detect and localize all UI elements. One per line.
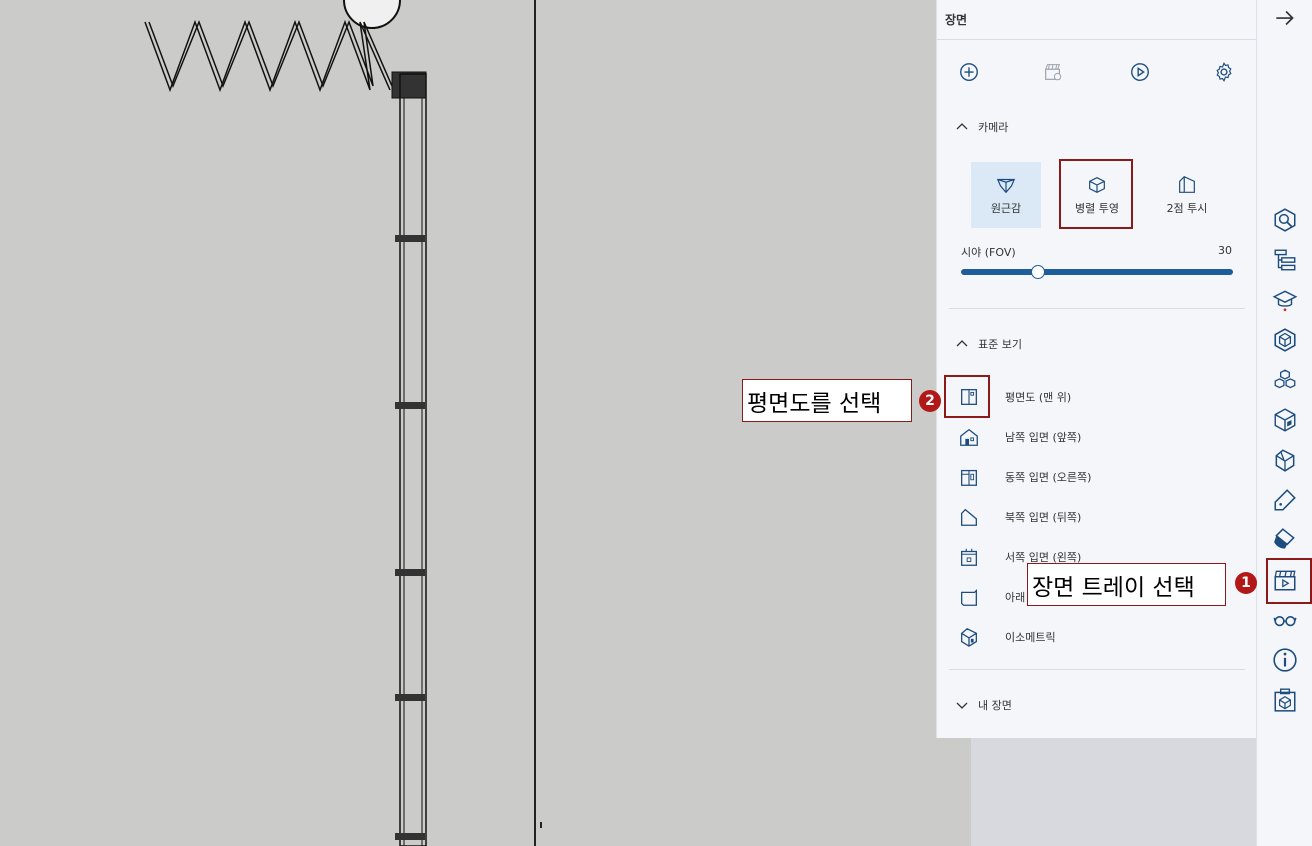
view-item-right[interactable]: 동쪽 입면 (오른쪽) <box>957 462 1217 492</box>
components-icon <box>1274 328 1296 352</box>
materials-icon <box>1274 369 1296 389</box>
my-scenes-section-header[interactable]: 내 장면 <box>955 697 1012 713</box>
view-item-front[interactable]: 남쪽 입면 (앞쪽) <box>957 422 1217 452</box>
standard-views-section-label: 표준 보기 <box>978 338 1022 351</box>
panel-title-divider <box>937 39 1256 40</box>
back-view-icon <box>957 505 981 529</box>
chevron-up-icon <box>956 340 968 347</box>
fov-slider-thumb[interactable] <box>1030 265 1045 279</box>
section-divider <box>949 308 1245 309</box>
fov-slider-track[interactable] <box>961 269 1233 275</box>
instructor-button[interactable] <box>1269 284 1301 316</box>
section-divider <box>949 669 1245 670</box>
view-item-label: 북쪽 입면 (뒤쪽) <box>1005 511 1082 524</box>
two-point-perspective-icon <box>1179 176 1195 193</box>
view-item-label: 평면도 (맨 위) <box>1005 391 1072 404</box>
tags-icon <box>1275 449 1295 472</box>
view-item-label: 동쪽 입면 (오른쪽) <box>1005 471 1092 484</box>
bottom-view-icon <box>957 585 981 609</box>
viewport-drawing <box>144 0 542 846</box>
shadows-button[interactable] <box>1269 524 1301 556</box>
camera-perspective-button[interactable]: 원근감 <box>971 162 1041 228</box>
display-icon <box>1273 615 1297 627</box>
fov-slider[interactable] <box>961 265 1233 279</box>
highlight-parallel-projection <box>1059 159 1133 229</box>
perspective-icon <box>996 178 1016 194</box>
highlight-scenes-tray <box>1266 558 1312 604</box>
camera-button-label: 2점 투시 <box>1166 202 1208 215</box>
small-mark <box>540 822 542 828</box>
pole-clamp <box>395 235 425 242</box>
view-item-back[interactable]: 북쪽 입면 (뒤쪽) <box>957 502 1217 532</box>
step-badge-2: 2 <box>919 390 941 412</box>
add-scene-icon <box>960 63 978 81</box>
fov-label: 시야 (FOV) <box>961 246 1016 259</box>
add-scene-button[interactable] <box>955 58 983 86</box>
entity-info-icon <box>1274 208 1296 232</box>
camera-section-header[interactable]: 카메라 <box>955 119 1008 135</box>
pole-clamp <box>395 694 425 701</box>
callout-select-top-view: 평면도를 선택 <box>742 379 912 422</box>
viewport-background-corner <box>971 738 1256 846</box>
components-button[interactable] <box>1269 324 1301 356</box>
model-info-icon <box>1274 688 1296 712</box>
play-scenes-button[interactable] <box>1126 58 1154 86</box>
tags-button[interactable] <box>1269 444 1301 476</box>
soften-edges-button[interactable] <box>1269 484 1301 516</box>
highlight-top-view <box>944 375 990 418</box>
view-item-isometric[interactable]: 이소메트릭 <box>957 622 1217 652</box>
styles-icon <box>1274 408 1296 432</box>
pole-cap <box>391 71 427 99</box>
gear-icon <box>1216 62 1232 82</box>
scene-settings-button[interactable] <box>1210 58 1238 86</box>
pole-clamp <box>395 833 425 840</box>
camera-section-label: 카메라 <box>978 121 1009 134</box>
front-view-icon <box>957 425 981 449</box>
my-scenes-section-label: 내 장면 <box>978 699 1012 712</box>
materials-button[interactable] <box>1269 364 1301 396</box>
scene-clapper-icon <box>1045 64 1062 81</box>
spring-inner <box>148 19 393 89</box>
collapse-tray-button[interactable] <box>1269 2 1301 34</box>
shadows-icon <box>1274 528 1295 549</box>
pole-clamp <box>395 569 425 576</box>
play-icon <box>1131 63 1149 81</box>
update-scene-button[interactable] <box>1039 58 1067 86</box>
display-button[interactable] <box>1269 604 1301 636</box>
camera-two-point-button[interactable]: 2점 투시 <box>1152 162 1222 228</box>
callout-select-scenes-tray: 장면 트레이 선택 <box>1027 563 1226 606</box>
scenes-panel: 장면 카메라 원근감 병렬 투영 2점 투시 시야 (FOV) 30 표준 보기 <box>936 0 1256 738</box>
arrow-right-icon <box>1276 10 1294 26</box>
panel-title: 장면 <box>945 13 968 27</box>
entity-info-button[interactable] <box>1269 204 1301 236</box>
pole-clamp <box>395 402 425 409</box>
isometric-view-icon <box>957 625 981 649</box>
soften-edges-icon <box>1274 489 1296 511</box>
circle-shape <box>343 0 401 29</box>
styles-button[interactable] <box>1269 404 1301 436</box>
left-view-icon <box>957 545 981 569</box>
info-icon <box>1273 648 1297 672</box>
step-badge-1: 1 <box>1235 572 1257 594</box>
model-info-button[interactable] <box>1269 684 1301 716</box>
pole-inner <box>403 97 423 846</box>
view-item-label: 아래 <box>1005 591 1026 604</box>
tray-icon-strip <box>1256 0 1312 846</box>
chevron-down-icon <box>956 702 968 709</box>
info-button[interactable] <box>1269 644 1301 676</box>
chevron-up-icon <box>956 123 968 130</box>
standard-views-section-header[interactable]: 표준 보기 <box>955 336 1022 352</box>
right-view-icon <box>957 465 981 489</box>
view-item-label: 남쪽 입면 (앞쪽) <box>1005 431 1082 444</box>
view-item-label: 이소메트릭 <box>1005 631 1056 644</box>
outliner-button[interactable] <box>1269 244 1301 276</box>
view-item-top[interactable]: 평면도 (맨 위) <box>957 382 1217 412</box>
instructor-icon <box>1272 290 1298 312</box>
camera-button-label: 원근감 <box>990 202 1022 215</box>
outliner-icon <box>1274 249 1296 271</box>
fov-value: 30 <box>1218 244 1232 257</box>
